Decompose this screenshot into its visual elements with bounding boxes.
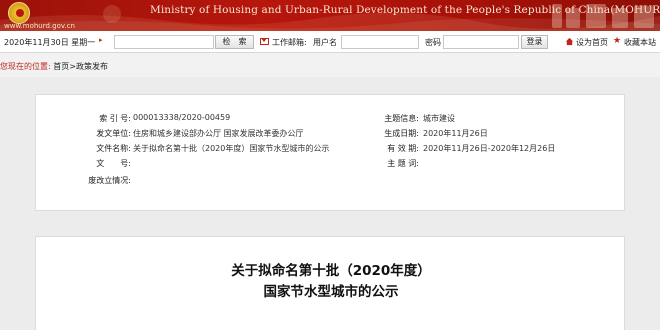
top-toolbar: 2020年11月30日 星期一 ▸ 检 索 工作邮箱: 用户名 密码 登录 设为… bbox=[0, 31, 660, 53]
password-label: 密码 bbox=[425, 38, 441, 47]
doc-title-value: 关于拟命名第十批（2020年度）国家节水型城市的公示 bbox=[133, 144, 330, 153]
username-input[interactable] bbox=[341, 35, 419, 49]
national-emblem-logo bbox=[8, 2, 30, 24]
breadcrumb-location-label: 您现在的位置: bbox=[0, 62, 51, 71]
login-button[interactable]: 登录 bbox=[521, 35, 548, 49]
current-date: 2020年11月30日 星期一 bbox=[4, 38, 96, 47]
validity-label: 有 效 期: bbox=[387, 144, 419, 153]
building-silhouette bbox=[566, 8, 580, 28]
dropdown-arrow-icon[interactable]: ▸ bbox=[99, 36, 103, 44]
set-home-link[interactable]: 设为首页 bbox=[576, 37, 608, 48]
topic-label: 主题信息: bbox=[384, 114, 419, 123]
building-silhouette bbox=[634, 6, 654, 28]
ministry-title: Ministry of Housing and Urban-Rural Deve… bbox=[150, 4, 660, 16]
search-button[interactable]: 检 索 bbox=[215, 35, 254, 49]
generated-date-value: 2020年11月26日 bbox=[423, 129, 488, 138]
topic-value: 城市建设 bbox=[423, 114, 455, 123]
building-silhouette bbox=[552, 4, 562, 28]
issuer-value: 住房和城乡建设部办公厅 国家发展改革委办公厅 bbox=[133, 129, 304, 138]
generated-date-label: 生成日期: bbox=[384, 129, 419, 138]
index-label: 索 引 号: bbox=[99, 114, 131, 123]
article-card: 关于拟命名第十批（2020年度） 国家节水型城市的公示 bbox=[35, 236, 625, 330]
home-icon bbox=[565, 37, 574, 46]
work-mail-label: 工作邮箱: bbox=[272, 38, 307, 47]
building-silhouette bbox=[586, 4, 606, 28]
breadcrumb-bar: 您现在的位置: 首页>政策发布 bbox=[0, 53, 660, 77]
site-header-banner: www.mohurd.gov.cn Ministry of Housing an… bbox=[0, 0, 660, 31]
building-silhouette bbox=[612, 8, 628, 28]
doc-number-label: 文 号: bbox=[96, 159, 131, 168]
password-input[interactable] bbox=[443, 35, 519, 49]
article-title-line-2: 国家节水型城市的公示 bbox=[263, 284, 399, 300]
breadcrumb-path[interactable]: 首页>政策发布 bbox=[53, 62, 108, 71]
mail-icon bbox=[260, 38, 269, 45]
article-title-line-1: 关于拟命名第十批（2020年度） bbox=[231, 263, 431, 279]
status-label: 废改立情况: bbox=[88, 176, 131, 185]
search-input[interactable] bbox=[114, 35, 214, 49]
index-value: 000013338/2020-00459 bbox=[133, 113, 231, 122]
breadcrumb: 您现在的位置: 首页>政策发布 bbox=[0, 61, 108, 72]
add-favorite-link[interactable]: 收藏本站 bbox=[624, 37, 656, 48]
site-url: www.mohurd.gov.cn bbox=[4, 22, 75, 30]
issuer-label: 发文单位: bbox=[96, 129, 131, 138]
favorite-star-icon: ★ bbox=[613, 36, 622, 46]
keywords-label: 主 题 词: bbox=[387, 159, 419, 168]
username-label: 用户名 bbox=[313, 38, 337, 47]
document-info-card: 索 引 号: 000013338/2020-00459 发文单位: 住房和城乡建… bbox=[35, 94, 625, 211]
validity-value: 2020年11月26日-2020年12月26日 bbox=[423, 144, 556, 153]
doc-title-label: 文件名称: bbox=[96, 144, 131, 153]
